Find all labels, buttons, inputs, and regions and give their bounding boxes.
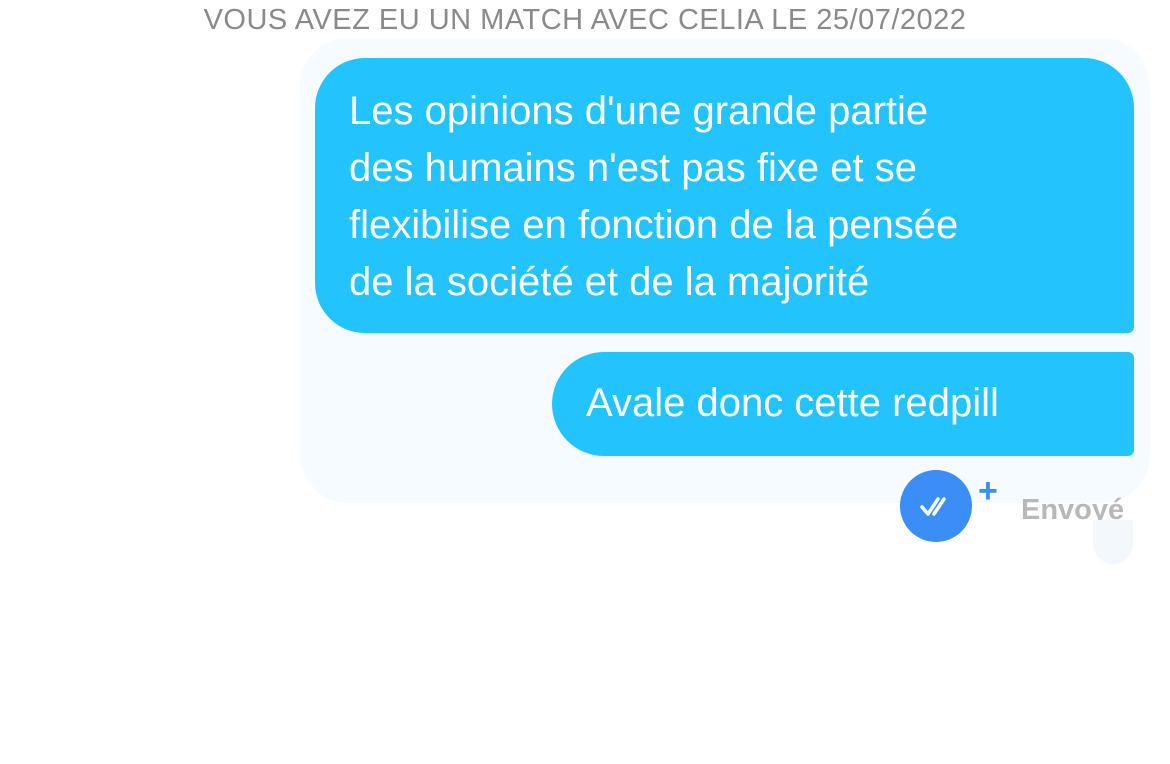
message-text-line: Les opinions d'une grande partie [349,89,929,133]
message-text-line: flexibilise en fonction de la pensée [349,203,959,247]
bubble-tail [1093,520,1133,564]
message-text-line: Avale donc cette redpill [586,381,999,425]
message-bubble[interactable]: Les opinions d'une grande partie des hum… [315,58,1134,333]
message-text-line: de la société et de la majorité [349,260,870,304]
message-bubble[interactable]: Avale donc cette redpill [552,352,1134,456]
match-notice: VOUS AVEZ EU UN MATCH AVEC CELIA LE 25/0… [203,4,967,36]
message-text-line: des humains n'est pas fixe et se [349,146,917,190]
plus-icon[interactable]: + [978,474,998,508]
double-check-icon[interactable] [900,470,972,542]
